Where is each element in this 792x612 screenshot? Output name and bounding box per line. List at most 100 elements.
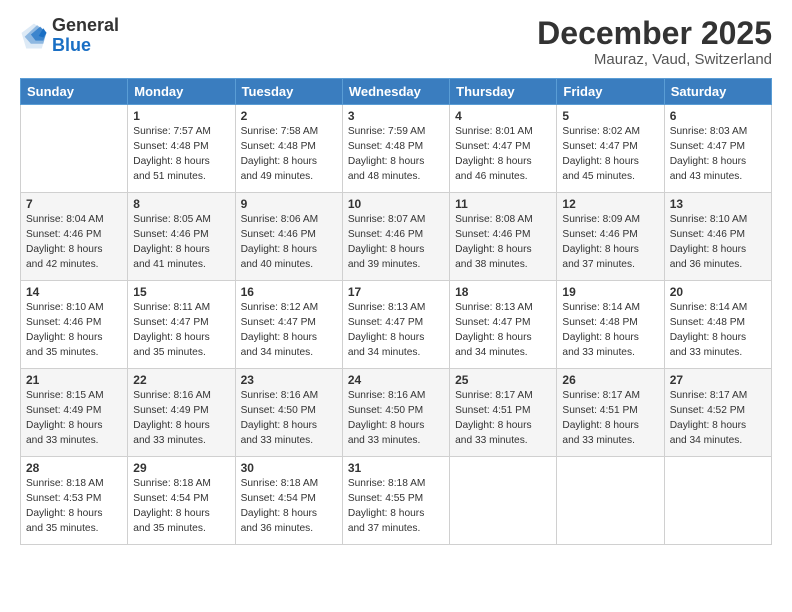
day-number: 27 [670, 373, 766, 387]
day-info: Sunrise: 8:01 AM Sunset: 4:47 PM Dayligh… [455, 125, 551, 184]
day-number: 2 [241, 109, 337, 123]
day-info: Sunrise: 8:17 AM Sunset: 4:51 PM Dayligh… [455, 389, 551, 448]
day-info: Sunrise: 7:59 AM Sunset: 4:48 PM Dayligh… [348, 125, 444, 184]
logo-text: General Blue [52, 16, 119, 56]
logo-general: General [52, 16, 119, 36]
day-cell: 10 Sunrise: 8:07 AM Sunset: 4:46 PM Dayli… [342, 193, 449, 281]
day-info: Sunrise: 8:02 AM Sunset: 4:47 PM Dayligh… [562, 125, 658, 184]
day-cell: 20 Sunrise: 8:14 AM Sunset: 4:48 PM Dayli… [664, 281, 771, 369]
day-cell: 27 Sunrise: 8:17 AM Sunset: 4:52 PM Dayli… [664, 369, 771, 457]
day-info: Sunrise: 8:09 AM Sunset: 4:46 PM Dayligh… [562, 213, 658, 272]
day-cell: 18 Sunrise: 8:13 AM Sunset: 4:47 PM Dayli… [450, 281, 557, 369]
day-cell: 14 Sunrise: 8:10 AM Sunset: 4:46 PM Dayli… [21, 281, 128, 369]
day-cell [21, 105, 128, 193]
day-info: Sunrise: 8:18 AM Sunset: 4:54 PM Dayligh… [241, 477, 337, 536]
day-cell: 26 Sunrise: 8:17 AM Sunset: 4:51 PM Dayli… [557, 369, 664, 457]
day-info: Sunrise: 8:12 AM Sunset: 4:47 PM Dayligh… [241, 301, 337, 360]
day-info: Sunrise: 8:17 AM Sunset: 4:52 PM Dayligh… [670, 389, 766, 448]
day-cell: 21 Sunrise: 8:15 AM Sunset: 4:49 PM Dayli… [21, 369, 128, 457]
day-info: Sunrise: 8:06 AM Sunset: 4:46 PM Dayligh… [241, 213, 337, 272]
day-number: 15 [133, 285, 229, 299]
day-number: 14 [26, 285, 122, 299]
day-number: 25 [455, 373, 551, 387]
main-title: December 2025 [537, 16, 772, 51]
week-row-5: 28 Sunrise: 8:18 AM Sunset: 4:53 PM Dayli… [21, 457, 772, 545]
day-info: Sunrise: 8:03 AM Sunset: 4:47 PM Dayligh… [670, 125, 766, 184]
day-cell: 13Sunrise: 8:10 AM Sunset: 4:46 PM Dayli… [664, 193, 771, 281]
day-number: 29 [133, 461, 229, 475]
page-container: General Blue December 2025 Mauraz, Vaud,… [0, 0, 792, 555]
day-cell: 3 Sunrise: 7:59 AM Sunset: 4:48 PM Daylig… [342, 105, 449, 193]
day-cell: 11 Sunrise: 8:08 AM Sunset: 4:46 PM Dayli… [450, 193, 557, 281]
day-number: 6 [670, 109, 766, 123]
day-number: 28 [26, 461, 122, 475]
day-number: 5 [562, 109, 658, 123]
day-info: Sunrise: 8:11 AM Sunset: 4:47 PM Dayligh… [133, 301, 229, 360]
weekday-header-row: SundayMondayTuesdayWednesdayThursdayFrid… [21, 79, 772, 105]
day-number: 24 [348, 373, 444, 387]
day-info: Sunrise: 7:58 AM Sunset: 4:48 PM Dayligh… [241, 125, 337, 184]
day-cell: 4 Sunrise: 8:01 AM Sunset: 4:47 PM Daylig… [450, 105, 557, 193]
day-cell: 9 Sunrise: 8:06 AM Sunset: 4:46 PM Daylig… [235, 193, 342, 281]
day-number: 20 [670, 285, 766, 299]
day-number: 26 [562, 373, 658, 387]
day-info: Sunrise: 8:07 AM Sunset: 4:46 PM Dayligh… [348, 213, 444, 272]
day-number: 11 [455, 197, 551, 211]
weekday-header-saturday: Saturday [664, 79, 771, 105]
day-number: 30 [241, 461, 337, 475]
week-row-3: 14 Sunrise: 8:10 AM Sunset: 4:46 PM Dayli… [21, 281, 772, 369]
header: General Blue December 2025 Mauraz, Vaud,… [20, 16, 772, 68]
day-info: Sunrise: 8:13 AM Sunset: 4:47 PM Dayligh… [455, 301, 551, 360]
day-info: Sunrise: 8:16 AM Sunset: 4:49 PM Dayligh… [133, 389, 229, 448]
day-info: Sunrise: 8:18 AM Sunset: 4:54 PM Dayligh… [133, 477, 229, 536]
day-number: 12 [562, 197, 658, 211]
day-info: Sunrise: 8:15 AM Sunset: 4:49 PM Dayligh… [26, 389, 122, 448]
day-cell: 30 Sunrise: 8:18 AM Sunset: 4:54 PM Dayli… [235, 457, 342, 545]
day-cell: 17 Sunrise: 8:13 AM Sunset: 4:47 PM Dayli… [342, 281, 449, 369]
week-row-2: 7Sunrise: 8:04 AM Sunset: 4:46 PM Daylig… [21, 193, 772, 281]
weekday-header-tuesday: Tuesday [235, 79, 342, 105]
logo: General Blue [20, 16, 119, 56]
day-number: 21 [26, 373, 122, 387]
day-cell: 24 Sunrise: 8:16 AM Sunset: 4:50 PM Dayli… [342, 369, 449, 457]
day-cell: 6 Sunrise: 8:03 AM Sunset: 4:47 PM Daylig… [664, 105, 771, 193]
day-number: 13 [670, 197, 766, 211]
day-info: Sunrise: 8:14 AM Sunset: 4:48 PM Dayligh… [670, 301, 766, 360]
day-number: 4 [455, 109, 551, 123]
weekday-header-monday: Monday [128, 79, 235, 105]
day-number: 22 [133, 373, 229, 387]
day-info: Sunrise: 8:16 AM Sunset: 4:50 PM Dayligh… [348, 389, 444, 448]
day-cell: 1Sunrise: 7:57 AM Sunset: 4:48 PM Daylig… [128, 105, 235, 193]
day-cell: 16Sunrise: 8:12 AM Sunset: 4:47 PM Dayli… [235, 281, 342, 369]
day-number: 17 [348, 285, 444, 299]
weekday-header-friday: Friday [557, 79, 664, 105]
day-cell: 31Sunrise: 8:18 AM Sunset: 4:55 PM Dayli… [342, 457, 449, 545]
day-number: 18 [455, 285, 551, 299]
day-number: 7 [26, 197, 122, 211]
day-cell: 5 Sunrise: 8:02 AM Sunset: 4:47 PM Daylig… [557, 105, 664, 193]
day-number: 10 [348, 197, 444, 211]
weekday-header-sunday: Sunday [21, 79, 128, 105]
day-info: Sunrise: 8:18 AM Sunset: 4:53 PM Dayligh… [26, 477, 122, 536]
day-number: 19 [562, 285, 658, 299]
day-cell: 2 Sunrise: 7:58 AM Sunset: 4:48 PM Daylig… [235, 105, 342, 193]
subtitle: Mauraz, Vaud, Switzerland [537, 51, 772, 68]
day-number: 23 [241, 373, 337, 387]
day-cell: 25 Sunrise: 8:17 AM Sunset: 4:51 PM Dayli… [450, 369, 557, 457]
day-cell [450, 457, 557, 545]
title-block: December 2025 Mauraz, Vaud, Switzerland [537, 16, 772, 68]
day-number: 9 [241, 197, 337, 211]
day-number: 31 [348, 461, 444, 475]
week-row-1: 1Sunrise: 7:57 AM Sunset: 4:48 PM Daylig… [21, 105, 772, 193]
day-cell: 23 Sunrise: 8:16 AM Sunset: 4:50 PM Dayli… [235, 369, 342, 457]
day-info: Sunrise: 8:10 AM Sunset: 4:46 PM Dayligh… [26, 301, 122, 360]
day-info: Sunrise: 8:16 AM Sunset: 4:50 PM Dayligh… [241, 389, 337, 448]
day-info: Sunrise: 8:13 AM Sunset: 4:47 PM Dayligh… [348, 301, 444, 360]
day-info: Sunrise: 8:08 AM Sunset: 4:46 PM Dayligh… [455, 213, 551, 272]
day-cell: 8Sunrise: 8:05 AM Sunset: 4:46 PM Daylig… [128, 193, 235, 281]
day-cell: 15 Sunrise: 8:11 AM Sunset: 4:47 PM Dayli… [128, 281, 235, 369]
day-info: Sunrise: 8:17 AM Sunset: 4:51 PM Dayligh… [562, 389, 658, 448]
day-number: 3 [348, 109, 444, 123]
weekday-header-thursday: Thursday [450, 79, 557, 105]
weekday-header-wednesday: Wednesday [342, 79, 449, 105]
